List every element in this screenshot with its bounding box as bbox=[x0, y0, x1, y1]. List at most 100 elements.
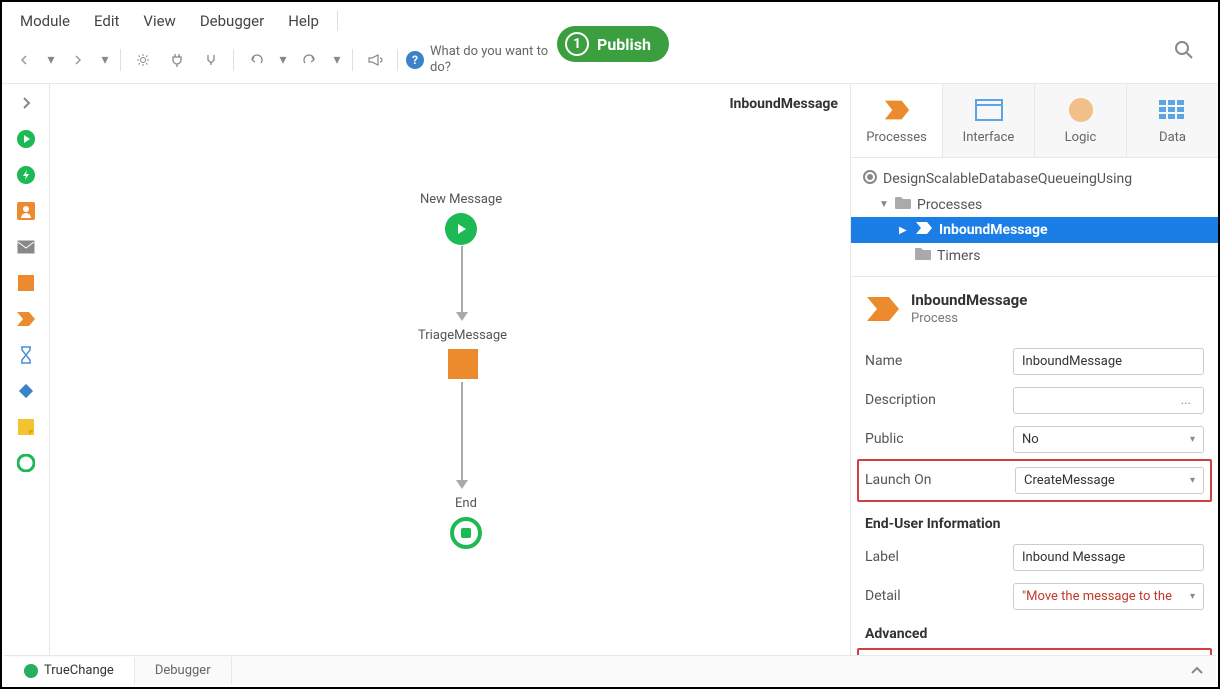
rail-user-icon[interactable] bbox=[15, 200, 37, 222]
properties-panel: InboundMessage Process Name InboundMessa… bbox=[851, 277, 1218, 661]
interface-icon bbox=[975, 96, 1003, 124]
flow-start-node[interactable]: New Message bbox=[420, 192, 502, 245]
launch-on-dropdown[interactable]: CreateMessage bbox=[1015, 467, 1204, 494]
separator bbox=[233, 49, 234, 71]
tree-root[interactable]: DesignScalableDatabaseQueueingUsing bbox=[851, 166, 1218, 192]
status-dot-icon bbox=[24, 664, 38, 678]
chevron-right-icon: ▶ bbox=[899, 225, 909, 236]
prop-label: Description bbox=[865, 392, 1005, 408]
tree-folder-timers[interactable]: Timers bbox=[851, 243, 1218, 268]
name-input[interactable]: InboundMessage bbox=[1013, 348, 1204, 375]
rail-diamond-icon[interactable] bbox=[15, 380, 37, 402]
tab-label: TrueChange bbox=[44, 663, 114, 678]
stop-icon bbox=[450, 517, 482, 549]
flow-middle-label: TriageMessage bbox=[418, 328, 507, 343]
menu-debugger[interactable]: Debugger bbox=[190, 8, 274, 34]
redo-button[interactable] bbox=[296, 46, 324, 74]
ellipsis-icon[interactable]: ... bbox=[1181, 393, 1195, 408]
tab-label: Debugger bbox=[155, 663, 211, 678]
undo-button[interactable] bbox=[242, 46, 270, 74]
flow-middle-node[interactable]: TriageMessage bbox=[418, 328, 507, 379]
plug-icon[interactable] bbox=[163, 46, 191, 74]
tab-label: Interface bbox=[963, 130, 1015, 145]
separator bbox=[397, 49, 398, 71]
menu-module[interactable]: Module bbox=[10, 8, 80, 34]
rail-mail-icon[interactable] bbox=[15, 236, 37, 258]
tab-data[interactable]: Data bbox=[1127, 84, 1218, 157]
canvas[interactable]: InboundMessage New Message TriageMessage… bbox=[50, 84, 850, 661]
activity-icon bbox=[448, 349, 478, 379]
tab-processes[interactable]: Processes bbox=[851, 84, 943, 157]
publish-label: Publish bbox=[597, 35, 651, 54]
section-end-user: End-User Information bbox=[851, 506, 1218, 538]
detail-dropdown[interactable]: "Move the message to the bbox=[1013, 583, 1204, 610]
nav-back-button[interactable] bbox=[10, 46, 38, 74]
description-input[interactable]: ... bbox=[1013, 387, 1204, 414]
megaphone-icon[interactable] bbox=[361, 46, 389, 74]
flow-end-node[interactable]: End bbox=[450, 496, 482, 549]
process-icon bbox=[883, 96, 911, 124]
rail-expand-icon[interactable] bbox=[15, 92, 37, 114]
folder-icon bbox=[915, 247, 931, 264]
help-prompt[interactable]: ? What do you want to do? bbox=[406, 44, 560, 75]
bottom-tab-debugger[interactable]: Debugger bbox=[135, 657, 232, 684]
nav-forward-button[interactable] bbox=[64, 46, 92, 74]
bottom-bar: TrueChange Debugger bbox=[4, 655, 1216, 685]
merge-icon[interactable] bbox=[197, 46, 225, 74]
tree-label: Timers bbox=[937, 248, 980, 264]
nav-forward-dropdown[interactable]: ▾ bbox=[98, 46, 112, 74]
rail-note-icon[interactable] bbox=[15, 416, 37, 438]
bottom-tab-truechange[interactable]: TrueChange bbox=[4, 657, 135, 684]
menu-edit[interactable]: Edit bbox=[84, 8, 129, 34]
prop-name: Name InboundMessage bbox=[851, 342, 1218, 381]
separator bbox=[352, 49, 353, 71]
play-icon bbox=[445, 213, 477, 245]
prop-launch-on-highlighted: Launch On CreateMessage bbox=[857, 459, 1212, 502]
chevron-down-icon: ▼ bbox=[879, 199, 889, 210]
prop-public: Public No bbox=[851, 420, 1218, 459]
redo-dropdown[interactable]: ▾ bbox=[330, 46, 344, 74]
publish-step-number: 1 bbox=[565, 32, 589, 56]
right-panel: Processes Interface Logic Data DesignSca… bbox=[850, 84, 1218, 661]
rail-hourglass-icon[interactable] bbox=[15, 344, 37, 366]
folder-icon bbox=[895, 196, 911, 213]
rail-circle-icon[interactable] bbox=[15, 452, 37, 474]
settings-icon[interactable] bbox=[129, 46, 157, 74]
tab-interface[interactable]: Interface bbox=[943, 84, 1035, 157]
tree-item-inboundmessage[interactable]: ▶ InboundMessage bbox=[851, 217, 1218, 243]
expand-panel-icon[interactable] bbox=[1178, 657, 1216, 685]
separator bbox=[337, 11, 338, 31]
tree-folder-processes[interactable]: ▼ Processes bbox=[851, 192, 1218, 217]
section-advanced: Advanced bbox=[851, 616, 1218, 648]
label-input[interactable]: Inbound Message bbox=[1013, 544, 1204, 571]
process-icon bbox=[865, 291, 901, 327]
rail-square-icon[interactable] bbox=[15, 272, 37, 294]
flow-arrow bbox=[461, 246, 463, 314]
logic-icon bbox=[1067, 96, 1095, 124]
menu-help[interactable]: Help bbox=[278, 8, 329, 34]
public-dropdown[interactable]: No bbox=[1013, 426, 1204, 453]
rail-bolt-icon[interactable] bbox=[15, 164, 37, 186]
arrow-head-icon bbox=[456, 312, 468, 321]
nav-back-dropdown[interactable]: ▾ bbox=[44, 46, 58, 74]
props-subtitle: Process bbox=[911, 311, 1027, 328]
tab-logic[interactable]: Logic bbox=[1035, 84, 1127, 157]
separator bbox=[120, 49, 121, 71]
menu-view[interactable]: View bbox=[133, 8, 185, 34]
tree-label: DesignScalableDatabaseQueueingUsing bbox=[883, 171, 1132, 187]
rail-play-icon[interactable] bbox=[15, 128, 37, 150]
search-icon[interactable] bbox=[1174, 40, 1194, 64]
prop-label-row: Label Inbound Message bbox=[851, 538, 1218, 577]
tree-label: Processes bbox=[917, 197, 982, 213]
prop-label: Name bbox=[865, 353, 1005, 369]
undo-dropdown[interactable]: ▾ bbox=[276, 46, 290, 74]
publish-button[interactable]: 1 Publish bbox=[557, 26, 669, 62]
flow-end-label: End bbox=[455, 496, 477, 511]
tab-label: Logic bbox=[1065, 130, 1097, 145]
flow-start-label: New Message bbox=[420, 192, 502, 207]
tree-view: DesignScalableDatabaseQueueingUsing ▼ Pr… bbox=[851, 158, 1218, 277]
rail-process-icon[interactable] bbox=[15, 308, 37, 330]
data-icon bbox=[1159, 96, 1187, 124]
radio-icon bbox=[863, 170, 877, 188]
prop-detail: Detail "Move the message to the bbox=[851, 577, 1218, 616]
